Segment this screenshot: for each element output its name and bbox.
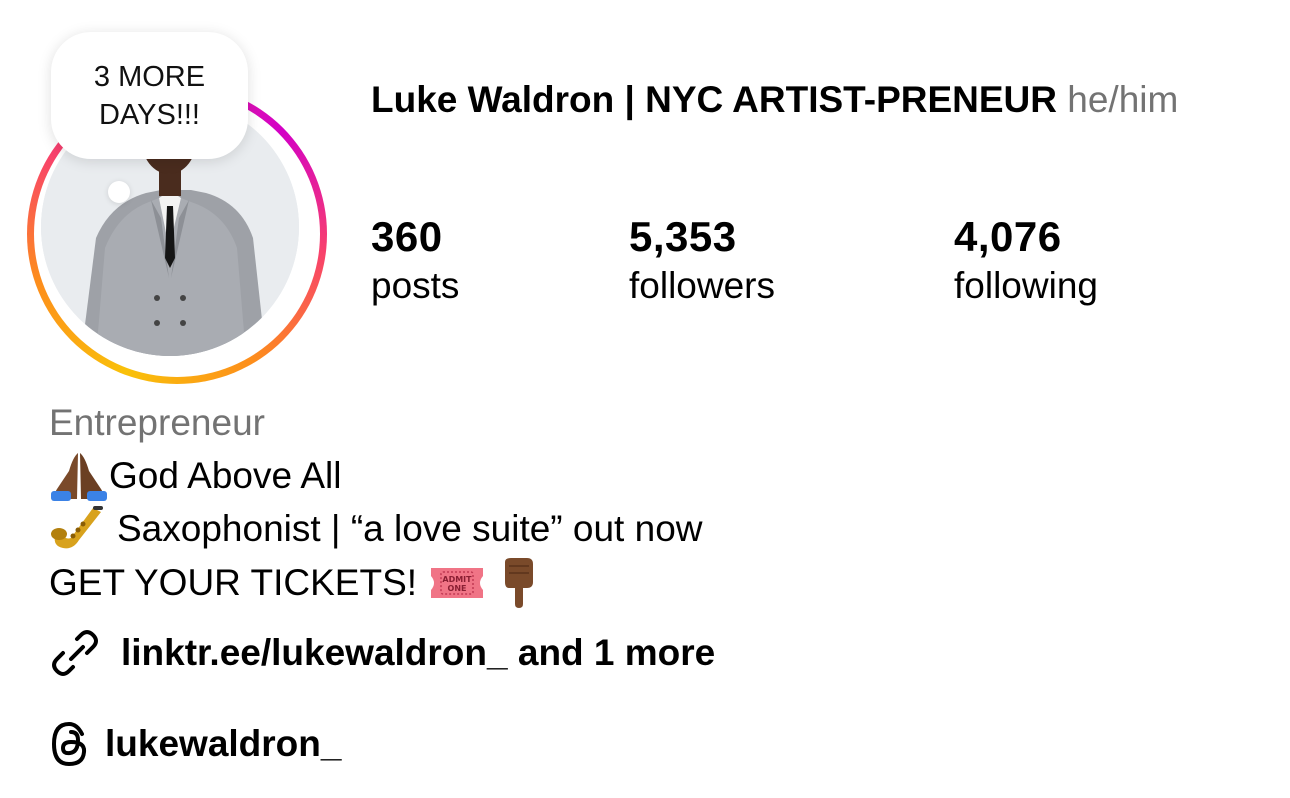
- posts-label: posts: [371, 265, 460, 306]
- stat-following[interactable]: 4,076 following: [954, 211, 1098, 309]
- display-name: Luke Waldron | NYC ARTIST-PRENEUR: [371, 79, 1057, 120]
- bio-line-3: GET YOUR TICKETS! ADMIT ONE: [49, 558, 541, 608]
- ticket-text-bottom: ONE: [448, 584, 467, 593]
- stat-followers[interactable]: 5,353 followers: [629, 211, 775, 309]
- ticket-text-top: ADMIT: [442, 575, 472, 584]
- stat-posts[interactable]: 360 posts: [371, 211, 459, 309]
- following-label: following: [954, 265, 1098, 306]
- note-bubble[interactable]: 3 MORE DAYS!!!: [51, 32, 248, 159]
- threads-handle[interactable]: lukewaldron_: [105, 719, 341, 769]
- pronouns: he/him: [1067, 79, 1179, 120]
- bio-line-1: God Above All: [49, 451, 341, 501]
- bio-text-line-3: GET YOUR TICKETS!: [49, 562, 418, 603]
- external-link-text[interactable]: linktr.ee/lukewaldron_ and 1 more: [121, 628, 715, 678]
- followers-count: 5,353: [629, 213, 737, 260]
- threads-icon: [49, 720, 91, 768]
- bio-text-line-1: God Above All: [109, 455, 342, 496]
- profile-header: 3 MORE DAYS!!! Luke Waldron | NYC ARTIST…: [0, 0, 1290, 798]
- followers-label: followers: [629, 265, 775, 306]
- profile-name-block: Luke Waldron | NYC ARTIST-PRENEUR he/him: [371, 76, 1251, 124]
- note-text: 3 MORE DAYS!!!: [93, 60, 206, 131]
- pointing-down-icon: [497, 558, 541, 608]
- link-icon: [49, 629, 101, 677]
- admission-ticket-icon: ADMIT ONE: [429, 558, 485, 608]
- praying-hands-icon: [49, 451, 109, 501]
- profile-category: Entrepreneur: [49, 402, 265, 443]
- saxophone-icon: [49, 504, 105, 554]
- threads-badge-row[interactable]: lukewaldron_: [49, 719, 341, 769]
- note-bubble-tail: [108, 181, 130, 203]
- posts-count: 360: [371, 213, 443, 260]
- external-link-row[interactable]: linktr.ee/lukewaldron_ and 1 more: [49, 628, 715, 678]
- following-count: 4,076: [954, 213, 1062, 260]
- bio-line-2: Saxophonist | “a love suite” out now: [49, 504, 703, 554]
- bio-text-line-2: Saxophonist | “a love suite” out now: [117, 508, 703, 549]
